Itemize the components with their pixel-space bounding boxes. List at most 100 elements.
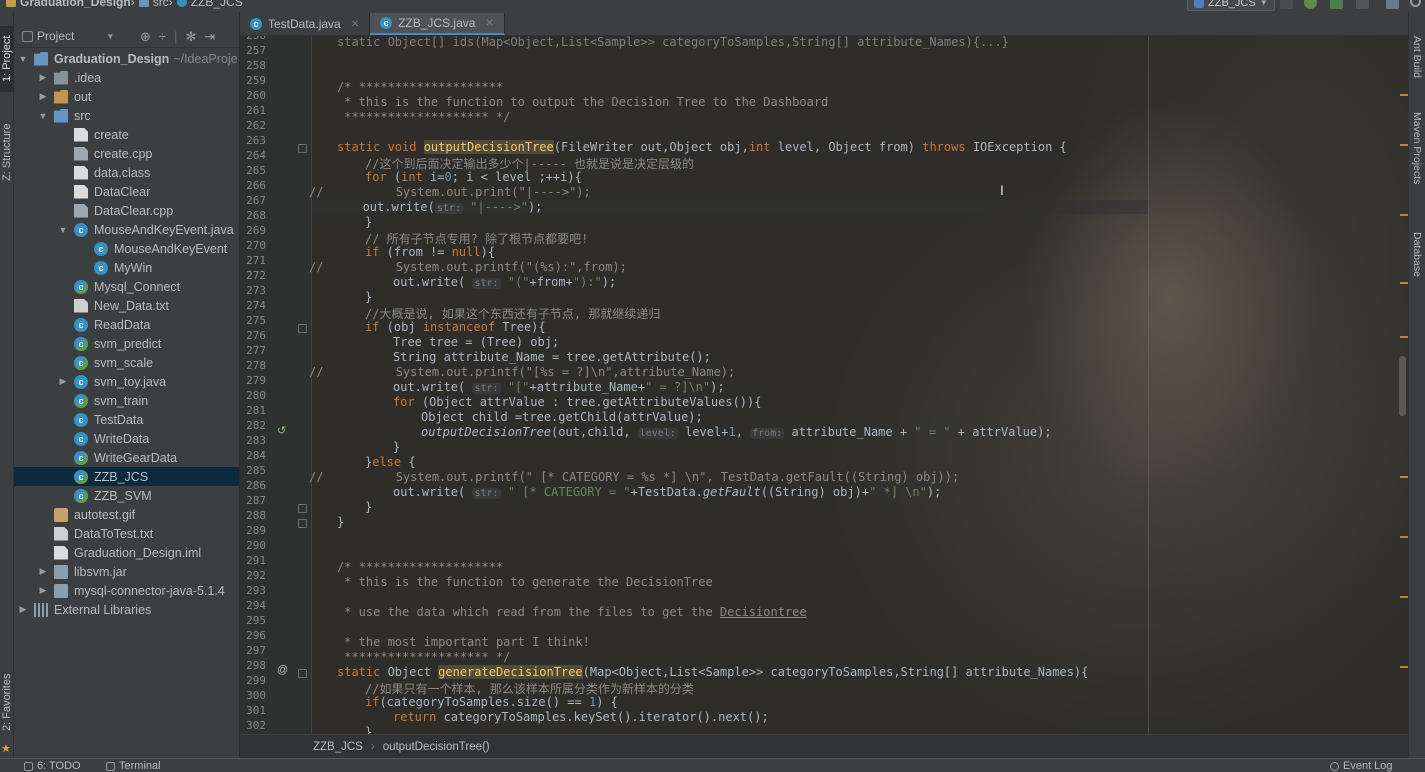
chevron-right-icon: ›: [370, 740, 375, 753]
tab-testdata[interactable]: c TestData.java ✕: [240, 13, 371, 35]
fold-marker-icon[interactable]: [298, 519, 307, 528]
fold-marker-icon[interactable]: [298, 144, 307, 153]
structure-tool-tab[interactable]: Z: Structure: [0, 112, 14, 192]
code-line: outputDecisionTree(out,child, level: lev…: [421, 425, 1052, 439]
tree-item[interactable]: DataToTest.txt: [14, 524, 239, 543]
tree-item[interactable]: c MyWin: [14, 258, 239, 277]
tree-item[interactable]: data.class: [14, 163, 239, 182]
tree-item[interactable]: ▶ libsvm.jar: [14, 562, 239, 581]
tree-item[interactable]: Graduation_Design.iml: [14, 543, 239, 562]
expanded-arrow-icon[interactable]: ▼: [18, 54, 28, 64]
locate-icon[interactable]: ⊕: [140, 30, 151, 43]
tree-item[interactable]: c ReadData: [14, 315, 239, 334]
libraries-icon: [34, 602, 48, 617]
tree-item[interactable]: c WriteGearData: [14, 448, 239, 467]
database-tab[interactable]: Database: [1411, 232, 1423, 277]
collapsed-arrow-icon[interactable]: ▶: [18, 604, 28, 615]
code-line: * the most important part I think!: [337, 635, 590, 649]
tree-item[interactable]: c MouseAndKeyEvent: [14, 239, 239, 258]
tree-item[interactable]: ▶ .idea: [14, 68, 239, 87]
expanded-arrow-icon[interactable]: ▼: [58, 225, 68, 235]
event-log-button[interactable]: Event Log: [1330, 760, 1393, 772]
tree-item[interactable]: c TestData: [14, 410, 239, 429]
maven-projects-tab[interactable]: Maven Projects: [1411, 112, 1423, 184]
iml-file-icon: [54, 545, 68, 560]
code-editor[interactable]: 256 257 258 259 260 261 262 263 264 265 266 267 268 2…: [240, 36, 1408, 734]
nav-crumb-project[interactable]: Graduation_Design: [2, 0, 131, 9]
hide-panel-icon[interactable]: ⇥: [204, 30, 215, 43]
breadcrumb-method[interactable]: outputDecisionTree(): [383, 741, 490, 753]
code-line: }else {: [365, 455, 416, 469]
tree-item[interactable]: create: [14, 125, 239, 144]
collapse-all-icon[interactable]: ÷: [159, 30, 166, 43]
tree-item[interactable]: autotest.gif: [14, 505, 239, 524]
tree-item[interactable]: New_Data.txt: [14, 296, 239, 315]
fold-marker-icon[interactable]: [298, 504, 307, 513]
tree-item-label: Graduation_Design: [54, 51, 170, 66]
tree-item[interactable]: DataClear.cpp: [14, 201, 239, 220]
run-configuration-select[interactable]: ZZB_JCS ▼: [1187, 0, 1275, 11]
tree-item[interactable]: c ZZB_SVM: [14, 486, 239, 505]
line-number: 278: [246, 359, 266, 372]
tree-item[interactable]: c svm_scale: [14, 353, 239, 372]
search-everywhere-icon[interactable]: [1410, 0, 1421, 7]
tree-item[interactable]: DataClear: [14, 182, 239, 201]
dropdown-arrow-icon: ▼: [1259, 0, 1268, 7]
tree-item[interactable]: ▼ Graduation_Design ~/IdeaProje: [14, 49, 239, 68]
close-icon[interactable]: ✕: [485, 18, 493, 29]
collapsed-arrow-icon[interactable]: ▶: [38, 72, 48, 83]
code-line: out.write( str: " [* CATEGORY = "+TestDa…: [393, 485, 942, 499]
collapsed-arrow-icon[interactable]: ▶: [58, 376, 68, 387]
tree-item-label: MyWin: [114, 260, 153, 275]
line-number: 282: [246, 419, 266, 432]
favorites-tool-tab[interactable]: 2: Favorites: [0, 662, 14, 742]
tree-item[interactable]: c Mysql_Connect: [14, 277, 239, 296]
ant-build-tab[interactable]: Ant Build: [1411, 36, 1423, 78]
terminal-tool-button[interactable]: Terminal: [106, 760, 161, 772]
tree-item[interactable]: ▶ c svm_toy.java: [14, 372, 239, 391]
line-number: 298: [246, 659, 266, 672]
editor-scrollbar[interactable]: [1398, 36, 1408, 734]
tree-item[interactable]: ▶ out: [14, 87, 239, 106]
tree-item[interactable]: ▼ src: [14, 106, 239, 125]
code-line: * use the data which read from the files…: [337, 605, 807, 619]
java-runnable-class-icon: c: [74, 279, 88, 294]
collapsed-arrow-icon[interactable]: ▶: [38, 566, 48, 577]
error-stripe-mark: [1400, 94, 1408, 96]
project-structure-icon[interactable]: [1386, 0, 1399, 9]
todo-tool-button[interactable]: 6: TODO: [24, 760, 81, 772]
fold-marker-icon[interactable]: [298, 669, 307, 678]
debug-icon[interactable]: [1304, 0, 1317, 9]
project-folder-icon: [6, 0, 16, 7]
project-view-select[interactable]: Project ▼: [22, 29, 132, 43]
line-number: 301: [246, 704, 266, 717]
nav-crumb-label: Graduation_Design: [20, 0, 131, 9]
close-icon[interactable]: ✕: [351, 19, 359, 30]
structure-tool-label: Z: Structure: [1, 123, 13, 181]
tree-item[interactable]: c ZZB_JCS: [14, 467, 239, 486]
tree-item[interactable]: c svm_train: [14, 391, 239, 410]
collapsed-arrow-icon[interactable]: ▶: [38, 585, 48, 596]
tree-item[interactable]: create.cpp: [14, 144, 239, 163]
tree-item[interactable]: ▼ c MouseAndKeyEvent.java: [14, 220, 239, 239]
tree-item[interactable]: ▶ External Libraries: [14, 600, 239, 619]
tab-zzb-jcs[interactable]: c ZZB_JCS.java ✕: [370, 13, 505, 35]
tree-item[interactable]: c svm_predict: [14, 334, 239, 353]
tree-item[interactable]: c WriteData: [14, 429, 239, 448]
fold-marker-icon[interactable]: [298, 324, 307, 333]
collapsed-arrow-icon[interactable]: ▶: [38, 91, 48, 102]
run-icon[interactable]: [1280, 0, 1293, 9]
nav-crumb-src[interactable]: src: [135, 0, 169, 9]
project-tool-tab[interactable]: 1: Project: [0, 26, 14, 92]
nav-crumb-class[interactable]: ZZB_JCS: [173, 0, 243, 9]
expanded-arrow-icon[interactable]: ▼: [38, 111, 48, 121]
tree-item-label: ReadData: [94, 317, 151, 332]
text-file-icon: [74, 298, 88, 313]
coverage-icon[interactable]: [1330, 0, 1343, 9]
line-number: 276: [246, 329, 266, 342]
tree-item[interactable]: ▶ mysql-connector-java-5.1.4: [14, 581, 239, 600]
breadcrumb-class[interactable]: ZZB_JCS: [313, 741, 363, 753]
stop-icon[interactable]: [1356, 0, 1369, 9]
gear-icon[interactable]: ✻: [185, 30, 196, 43]
scroll-thumb[interactable]: [1399, 356, 1406, 416]
